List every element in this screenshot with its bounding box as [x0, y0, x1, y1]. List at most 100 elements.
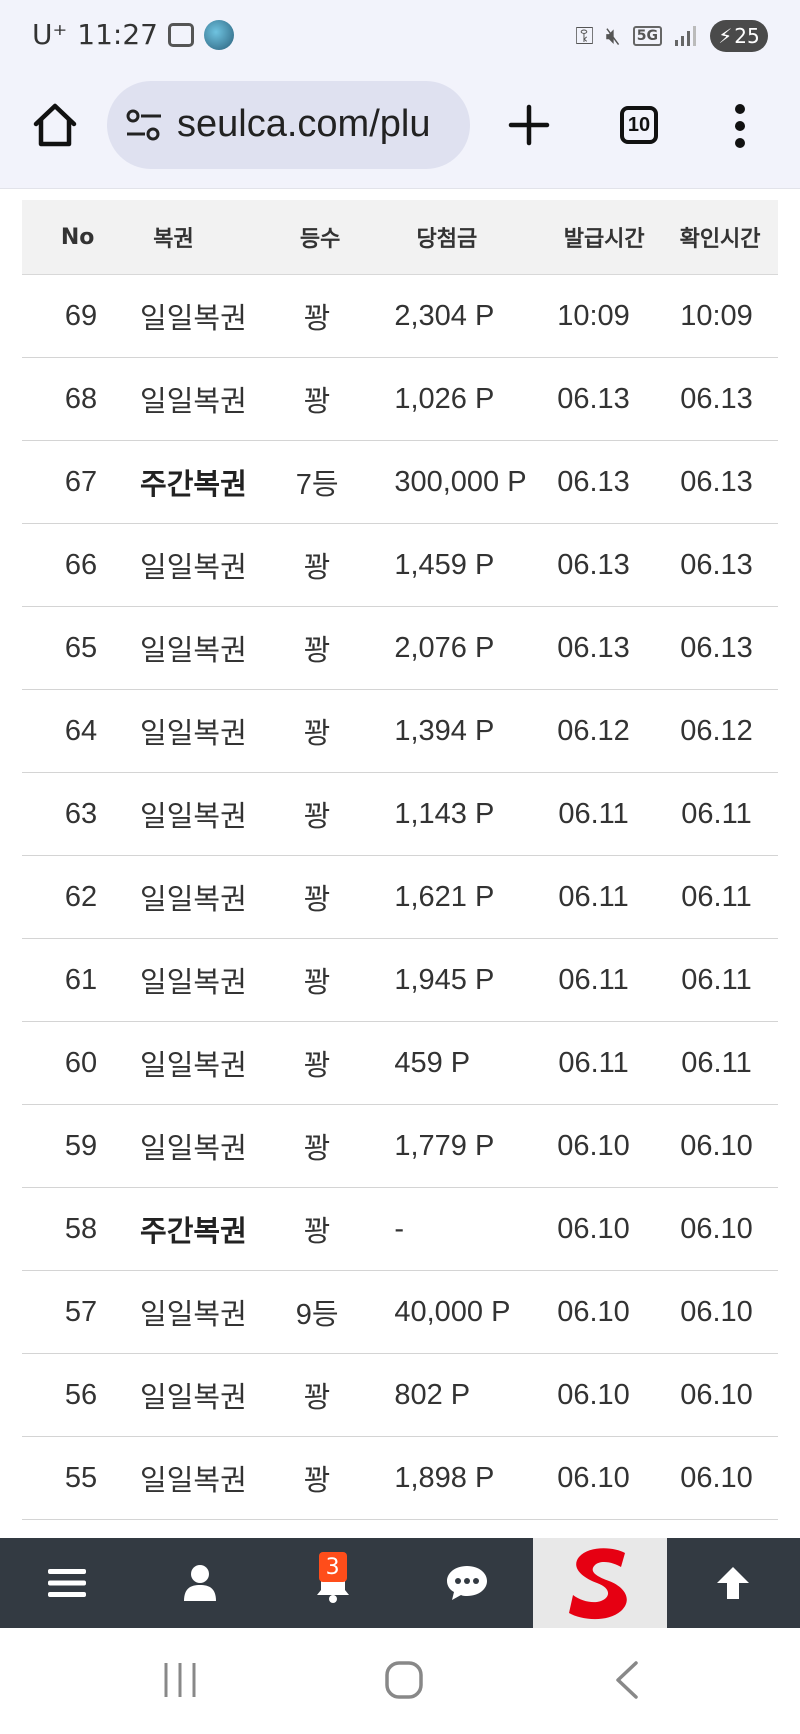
- mute-icon: 🔇︎: [605, 22, 621, 50]
- cell-prize: 1,945 P: [394, 963, 495, 996]
- header-rank: 등수: [299, 227, 341, 252]
- table-row: 69 일일복권 꽝 2,304 P 10:09 10:09: [22, 275, 778, 358]
- cell-checked-time: 06.13: [680, 382, 753, 415]
- table-row: 66 일일복권 꽝 1,459 P 06.13 06.13: [22, 524, 778, 607]
- cell-lottery[interactable]: 일일복권: [140, 959, 268, 1001]
- winnings-table: No 복권 등수 당첨금 발급시간 확인시간 69 일일복권 꽝 2,304 P 10:…: [22, 200, 778, 1540]
- table-row: 58 주간복권 꽝 - 06.10 06.10: [22, 1188, 778, 1271]
- cell-prize: 1,898 P: [394, 1461, 495, 1494]
- recent-apps-icon[interactable]: [162, 1660, 198, 1700]
- address-bar[interactable]: seulca.com/plu: [107, 81, 470, 169]
- browser-toolbar: seulca.com/plu 10: [0, 76, 800, 189]
- cell-lottery[interactable]: 일일복권: [140, 876, 268, 918]
- cell-lottery[interactable]: 주간복권: [140, 1208, 268, 1250]
- cell-no: 62: [64, 880, 98, 913]
- cell-lottery[interactable]: 일일복권: [140, 627, 268, 669]
- table-row: 55 일일복권 꽝 1,898 P 06.10 06.10: [22, 1437, 778, 1520]
- cell-issued-time: 06.11: [558, 797, 629, 830]
- cell-checked-time: 06.10: [680, 1461, 753, 1494]
- android-nav-bar: [0, 1628, 800, 1734]
- cell-rank: 꽝: [303, 1133, 331, 1165]
- nav-menu-button[interactable]: [0, 1538, 133, 1628]
- cell-checked-time: 06.10: [680, 1378, 753, 1411]
- charging-icon: ⚡︎: [718, 24, 733, 48]
- vpn-key-icon: ⚿: [575, 22, 594, 50]
- header-no: No: [60, 224, 95, 250]
- cell-no: 65: [64, 631, 98, 664]
- table-row: 67 주간복권 7등 300,000 P 06.13 06.13: [22, 441, 778, 524]
- cell-lottery[interactable]: 일일복권: [140, 793, 268, 835]
- site-logo-button[interactable]: [533, 1538, 667, 1628]
- cell-no: 67: [64, 465, 98, 498]
- url-text[interactable]: seulca.com/plu: [177, 103, 430, 146]
- cell-no: 64: [64, 714, 98, 747]
- cell-issued-time: 06.12: [557, 714, 630, 747]
- cell-lottery[interactable]: 일일복권: [140, 1457, 268, 1499]
- site-bottom-nav: 3: [0, 1538, 800, 1628]
- nav-profile-button[interactable]: [133, 1538, 266, 1628]
- cell-prize: 1,621 P: [394, 880, 495, 913]
- home-icon[interactable]: [30, 100, 80, 150]
- cell-rank: 꽝: [303, 967, 331, 999]
- cell-rank: 7등: [295, 469, 339, 501]
- arrow-up-icon: [717, 1567, 750, 1599]
- app-notification-icon: [203, 19, 234, 50]
- cell-prize: 40,000 P: [394, 1295, 511, 1328]
- cell-issued-time: 06.11: [558, 880, 629, 913]
- cell-prize: 459 P: [394, 1046, 471, 1079]
- cell-issued-time: 06.10: [557, 1295, 630, 1328]
- cell-lottery[interactable]: 일일복권: [140, 1291, 268, 1333]
- cell-rank: 꽝: [303, 303, 331, 335]
- cell-lottery[interactable]: 주간복권: [140, 461, 268, 503]
- cell-lottery[interactable]: 일일복권: [140, 1042, 268, 1084]
- table-header: No 복권 등수 당첨금 발급시간 확인시간: [22, 200, 778, 275]
- status-bar: U⁺ 11:27 ⚿ 🔇︎ 5G ⚡︎ 25: [0, 0, 800, 76]
- cell-prize: 1,459 P: [394, 548, 495, 581]
- table-body: 69 일일복권 꽝 2,304 P 10:09 10:09 68 일일복권 꽝 1,026 P 06…: [22, 275, 778, 1540]
- header-checked-time: 확인시간: [679, 227, 761, 252]
- nav-scroll-top-button[interactable]: [667, 1538, 800, 1628]
- clock: 11:27: [77, 18, 158, 51]
- plus-icon[interactable]: [505, 101, 553, 149]
- cell-issued-time: 06.10: [557, 1212, 630, 1245]
- cell-no: 58: [64, 1212, 98, 1245]
- cell-prize: 2,076 P: [394, 631, 495, 664]
- cell-rank: 꽝: [303, 884, 331, 916]
- carrier-label: U⁺: [32, 18, 68, 51]
- signal-icon: [675, 26, 696, 46]
- cell-checked-time: 06.12: [680, 714, 753, 747]
- hamburger-menu-icon: [47, 1569, 86, 1597]
- cell-checked-time: 06.13: [680, 465, 753, 498]
- nav-chat-button[interactable]: [400, 1538, 533, 1628]
- table-row: 57 일일복권 9등 40,000 P 06.10 06.10: [22, 1271, 778, 1354]
- cell-issued-time: 06.10: [557, 1378, 630, 1411]
- cell-checked-time: 06.11: [681, 963, 752, 996]
- cell-rank: 꽝: [303, 801, 331, 833]
- cell-checked-time: 06.11: [681, 880, 752, 913]
- table-row: 61 일일복권 꽝 1,945 P 06.11 06.11: [22, 939, 778, 1022]
- tab-switcher-button[interactable]: 10: [620, 106, 658, 144]
- table-row: 59 일일복권 꽝 1,779 P 06.10 06.10: [22, 1105, 778, 1188]
- header-lottery: 복권: [153, 227, 194, 252]
- table-row: 68 일일복권 꽝 1,026 P 06.13 06.13: [22, 358, 778, 441]
- more-options-icon[interactable]: [730, 104, 750, 148]
- chat-bubble-icon: [446, 1566, 487, 1600]
- cell-issued-time: 06.11: [558, 1046, 629, 1079]
- back-icon[interactable]: [612, 1660, 642, 1700]
- cell-lottery[interactable]: 일일복권: [140, 710, 268, 752]
- nav-notifications-button[interactable]: 3: [267, 1538, 400, 1628]
- cell-no: 57: [64, 1295, 98, 1328]
- notification-count-badge: 3: [318, 1552, 347, 1582]
- header-issued-time: 발급시간: [563, 227, 645, 252]
- cell-issued-time: 06.11: [558, 963, 629, 996]
- cell-lottery[interactable]: 일일복권: [140, 1374, 268, 1416]
- home-circle-icon[interactable]: [384, 1660, 424, 1700]
- site-settings-icon[interactable]: [125, 107, 163, 143]
- cell-no: 55: [64, 1461, 98, 1494]
- cell-lottery[interactable]: 일일복권: [140, 295, 268, 337]
- cell-lottery[interactable]: 일일복권: [140, 1125, 268, 1167]
- cell-issued-time: 06.10: [557, 1129, 630, 1162]
- cell-lottery[interactable]: 일일복권: [140, 378, 268, 420]
- cell-lottery[interactable]: 일일복권: [140, 544, 268, 586]
- header-prize: 당첨금: [416, 227, 478, 252]
